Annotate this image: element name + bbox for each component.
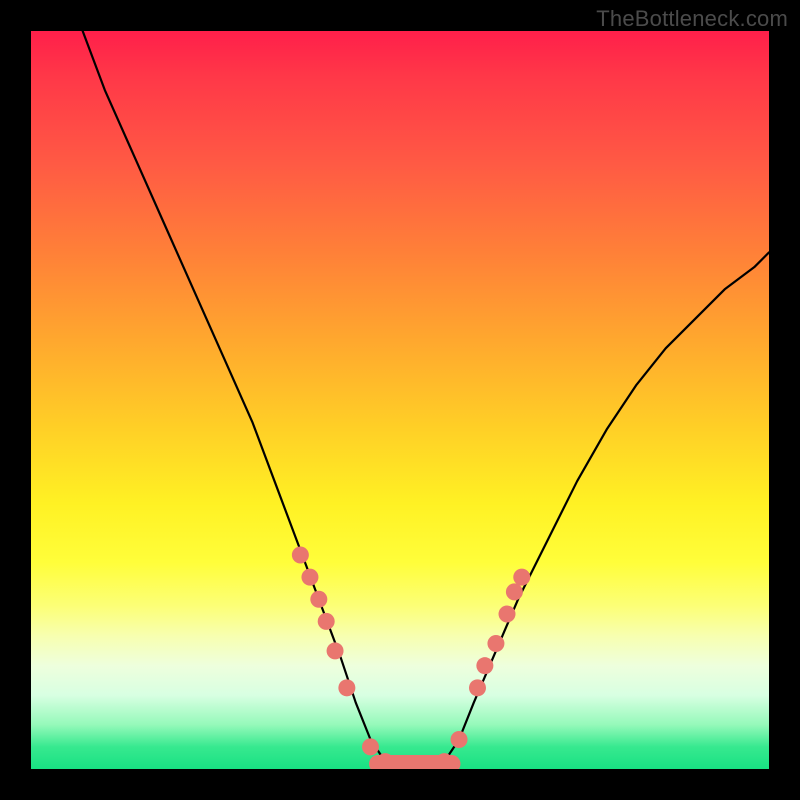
plot-area (31, 31, 769, 769)
data-point (476, 657, 493, 674)
data-point (469, 679, 486, 696)
data-point (451, 731, 468, 748)
data-point (499, 606, 516, 623)
data-point (318, 613, 335, 630)
data-point (292, 546, 309, 563)
data-point (338, 679, 355, 696)
data-point (310, 591, 327, 608)
data-point (487, 635, 504, 652)
data-point (513, 569, 530, 586)
watermark-text: TheBottleneck.com (596, 6, 788, 32)
bottleneck-curve (83, 31, 769, 765)
data-point (327, 642, 344, 659)
chart-svg (31, 31, 769, 769)
data-point (506, 583, 523, 600)
data-point (362, 738, 379, 755)
chart-frame: TheBottleneck.com (0, 0, 800, 800)
data-point (301, 569, 318, 586)
